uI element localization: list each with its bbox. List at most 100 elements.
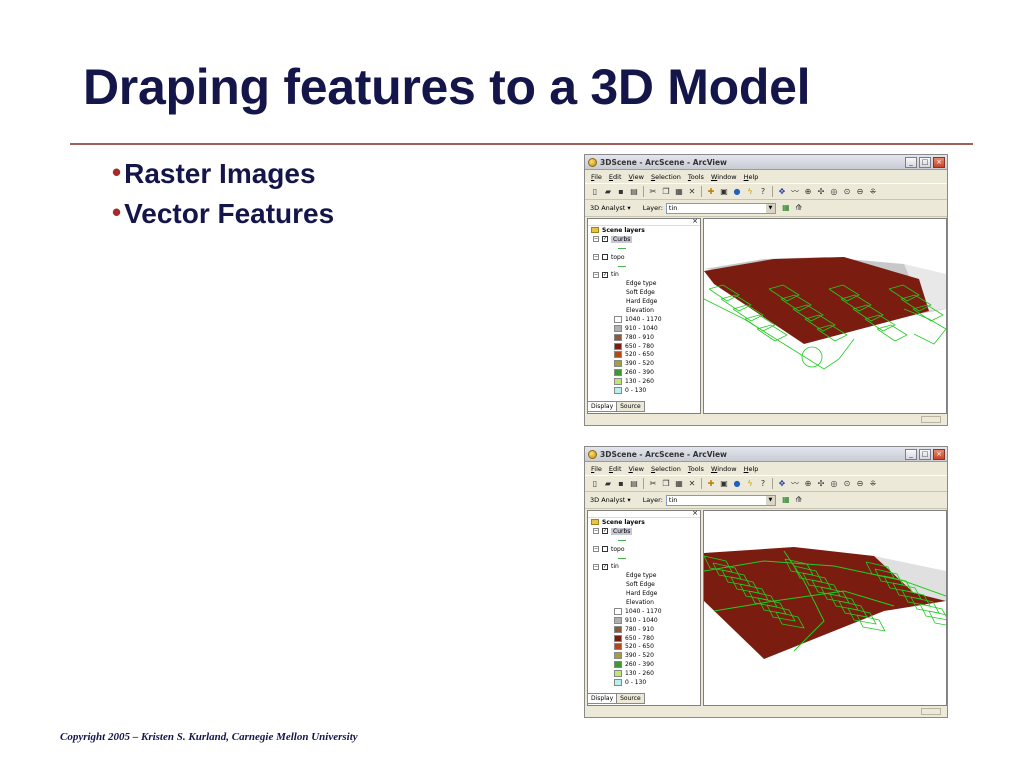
3d-scene-canvas[interactable] (703, 219, 947, 413)
globe-icon[interactable]: ● (732, 479, 742, 489)
pan-icon[interactable]: ✣ (816, 479, 826, 489)
tab-display[interactable]: Display (587, 401, 618, 412)
toc-layer-tin[interactable]: − ✓ tin (588, 270, 700, 279)
new-icon[interactable]: ▯ (590, 479, 600, 489)
close-button[interactable]: × (933, 448, 945, 460)
pan-icon[interactable]: ✣ (816, 187, 826, 197)
open-icon[interactable]: ▰ (603, 187, 613, 197)
layer-icon[interactable]: ▣ (719, 479, 729, 489)
minimize-button[interactable]: _ (905, 448, 917, 460)
menu-edit[interactable]: Edit (609, 465, 622, 473)
lightning-icon[interactable]: ϟ (745, 187, 755, 197)
fly-icon[interactable]: 〰 (790, 187, 800, 197)
cut-icon[interactable]: ✂ (648, 187, 658, 197)
add-data-icon[interactable]: ✚ (706, 187, 716, 197)
full-extent-icon[interactable]: ⊙ (842, 479, 852, 489)
print-icon[interactable]: ▤ (629, 187, 639, 197)
zoom-layer-icon[interactable]: ⊖ (855, 479, 865, 489)
close-icon[interactable]: × (692, 509, 698, 517)
maximize-button[interactable]: □ (919, 156, 931, 168)
navigate-icon[interactable]: ✥ (777, 187, 787, 197)
window-titlebar[interactable]: 3DScene - ArcScene - ArcView _ □ × (585, 155, 947, 170)
paste-icon[interactable]: ▦ (674, 187, 684, 197)
menu-view[interactable]: View (629, 173, 644, 181)
menu-file[interactable]: File (591, 173, 602, 181)
full-extent-icon[interactable]: ⊙ (842, 187, 852, 197)
delete-icon[interactable]: ✕ (687, 479, 697, 489)
close-button[interactable]: × (933, 156, 945, 168)
layer-checkbox[interactable]: ✓ (602, 528, 608, 535)
minimize-button[interactable]: _ (905, 156, 917, 168)
collapse-icon[interactable]: − (593, 563, 599, 570)
copy-icon[interactable]: ❐ (661, 187, 671, 197)
expand-icon[interactable]: ⁜ (868, 187, 878, 197)
toc-layer-curbs[interactable]: − ✓ Curbs (588, 527, 700, 536)
toc-root[interactable]: Scene layers (588, 518, 700, 527)
layer-checkbox[interactable]: ✓ (602, 271, 608, 278)
print-icon[interactable]: ▤ (629, 479, 639, 489)
zoom-out-icon[interactable]: ◎ (829, 187, 839, 197)
layer-dropdown[interactable]: tin ▼ (665, 494, 776, 506)
maximize-button[interactable]: □ (919, 448, 931, 460)
collapse-icon[interactable]: − (593, 236, 599, 243)
scene-view[interactable] (703, 510, 947, 706)
open-icon[interactable]: ▰ (603, 479, 613, 489)
menu-window[interactable]: Window (711, 465, 737, 473)
menu-selection[interactable]: Selection (651, 465, 681, 473)
collapse-icon[interactable]: − (593, 271, 599, 278)
scene-view[interactable] (703, 218, 947, 414)
cut-icon[interactable]: ✂ (648, 479, 658, 489)
layer-checkbox[interactable]: ✓ (602, 236, 608, 243)
layer-checkbox[interactable] (602, 254, 608, 261)
collapse-icon[interactable]: − (593, 528, 599, 535)
chevron-down-icon[interactable]: ▼ (765, 203, 775, 213)
window-titlebar[interactable]: 3DScene - ArcScene - ArcView _ □ × (585, 447, 947, 462)
menu-help[interactable]: Help (744, 465, 759, 473)
tab-source[interactable]: Source (616, 401, 645, 412)
histogram-icon[interactable]: ▦ (781, 495, 791, 505)
histogram-icon[interactable]: ▦ (781, 203, 791, 213)
menu-edit[interactable]: Edit (609, 173, 622, 181)
3d-analyst-menu[interactable]: 3D Analyst ▾ (590, 496, 631, 504)
add-data-icon[interactable]: ✚ (706, 479, 716, 489)
save-icon[interactable]: ▪ (616, 187, 626, 197)
zoom-in-icon[interactable]: ⊕ (803, 479, 813, 489)
toc-layer-tin[interactable]: − ✓ tin (588, 562, 700, 571)
layer-checkbox[interactable]: ✓ (602, 563, 608, 570)
toc-layer-topo[interactable]: − topo (588, 545, 700, 554)
collapse-icon[interactable]: − (593, 546, 599, 553)
zoom-in-icon[interactable]: ⊕ (803, 187, 813, 197)
help-icon[interactable]: ? (758, 479, 768, 489)
globe-icon[interactable]: ● (732, 187, 742, 197)
menu-help[interactable]: Help (744, 173, 759, 181)
layer-checkbox[interactable] (602, 546, 608, 553)
paste-icon[interactable]: ▦ (674, 479, 684, 489)
lightning-icon[interactable]: ϟ (745, 479, 755, 489)
zoom-out-icon[interactable]: ◎ (829, 479, 839, 489)
new-icon[interactable]: ▯ (590, 187, 600, 197)
tab-display[interactable]: Display (587, 693, 618, 704)
toc-layer-topo[interactable]: − topo (588, 253, 700, 262)
3d-scene-canvas[interactable] (703, 511, 947, 705)
collapse-icon[interactable]: − (593, 254, 599, 261)
expand-icon[interactable]: ⁜ (868, 479, 878, 489)
close-icon[interactable]: × (692, 217, 698, 225)
delete-icon[interactable]: ✕ (687, 187, 697, 197)
menu-tools[interactable]: Tools (688, 465, 704, 473)
zoom-layer-icon[interactable]: ⊖ (855, 187, 865, 197)
save-icon[interactable]: ▪ (616, 479, 626, 489)
chevron-down-icon[interactable]: ▼ (765, 495, 775, 505)
help-icon[interactable]: ? (758, 187, 768, 197)
toc-layer-curbs[interactable]: − ✓ Curbs (588, 235, 700, 244)
menu-tools[interactable]: Tools (688, 173, 704, 181)
copy-icon[interactable]: ❐ (661, 479, 671, 489)
menu-window[interactable]: Window (711, 173, 737, 181)
tab-source[interactable]: Source (616, 693, 645, 704)
toc-root[interactable]: Scene layers (588, 226, 700, 235)
layer-dropdown[interactable]: tin ▼ (665, 202, 776, 214)
menu-view[interactable]: View (629, 465, 644, 473)
menu-selection[interactable]: Selection (651, 173, 681, 181)
layer-icon[interactable]: ▣ (719, 187, 729, 197)
menu-file[interactable]: File (591, 465, 602, 473)
navigate-icon[interactable]: ✥ (777, 479, 787, 489)
